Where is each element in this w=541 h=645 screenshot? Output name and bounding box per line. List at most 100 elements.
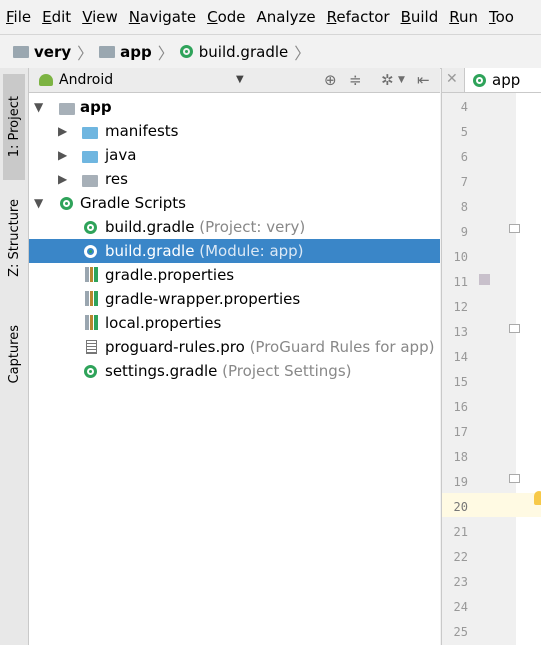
tree-item-hint: (Project: very) (199, 218, 306, 236)
bookmark-marker-icon[interactable] (479, 274, 490, 285)
tree-item-gradle-scripts[interactable]: ▼ Gradle Scripts (29, 191, 440, 215)
line-number: 7 (460, 175, 468, 189)
gradle-icon (84, 221, 97, 234)
line-number: 23 (453, 575, 468, 589)
tab-project[interactable]: 1: Project (3, 74, 25, 180)
line-number: 21 (453, 525, 468, 539)
tab-captures[interactable]: Captures (3, 312, 25, 396)
collapsed-arrow-icon[interactable]: ▶ (58, 148, 67, 162)
menu-code[interactable]: Code (201, 8, 250, 26)
line-number: 18 (453, 450, 468, 464)
tree-item-manifests[interactable]: ▶ manifests (29, 119, 440, 143)
tree-item-label: proguard-rules.pro (105, 338, 245, 356)
expanded-arrow-icon[interactable]: ▼ (34, 196, 43, 210)
project-folder-icon (13, 45, 29, 58)
line-number: 10 (453, 250, 468, 264)
folder-icon (82, 127, 98, 139)
line-number: 12 (453, 300, 468, 314)
tree-item-local-properties[interactable]: local.properties (29, 311, 440, 335)
line-number: 13 (453, 325, 468, 339)
collapse-all-icon[interactable]: ≑ (349, 71, 362, 89)
line-number: 19 (453, 475, 468, 489)
tree-item-java[interactable]: ▶ java (29, 143, 440, 167)
line-number: 9 (460, 225, 468, 239)
line-number: 15 (453, 375, 468, 389)
tree-item-label: gradle-wrapper.properties (105, 290, 301, 308)
breadcrumb-file-label: build.gradle (198, 42, 289, 61)
tree-item-build-gradle-module[interactable]: build.gradle (Module: app) (29, 239, 440, 263)
gradle-icon (473, 73, 486, 87)
tree-item-settings-gradle[interactable]: settings.gradle (Project Settings) (29, 359, 440, 383)
breadcrumb-file[interactable]: build.gradle (179, 42, 289, 61)
gradle-icon (60, 197, 73, 210)
tab-app-label: app (492, 71, 521, 89)
fold-marker-icon[interactable] (509, 224, 520, 233)
gradle-icon (84, 245, 97, 258)
dropdown-arrow-icon[interactable]: ▼ (236, 74, 244, 85)
tree-item-label: settings.gradle (105, 362, 218, 380)
module-folder-icon (59, 103, 75, 115)
tree-item-app[interactable]: ▼ app (29, 95, 440, 119)
line-number: 17 (453, 425, 468, 439)
line-number: 14 (453, 350, 468, 364)
tab-app[interactable]: app (464, 68, 541, 92)
tree-item-res[interactable]: ▶ res (29, 167, 440, 191)
expanded-arrow-icon[interactable]: ▼ (34, 100, 43, 114)
menu-run[interactable]: Run (443, 8, 483, 26)
resource-folder-icon (82, 175, 98, 187)
tree-item-gradle-wrapper-properties[interactable]: gradle-wrapper.properties (29, 287, 440, 311)
folder-icon (82, 151, 98, 163)
chevron-right-icon: 〉 (157, 43, 174, 63)
menu-navigate[interactable]: Navigate (123, 8, 201, 26)
hide-panel-icon[interactable]: ⇤ (417, 71, 430, 89)
gradle-icon (84, 365, 97, 378)
chevron-right-icon: 〉 (294, 43, 311, 63)
tree-item-label: res (105, 170, 128, 188)
gear-dropdown-icon[interactable]: ▼ (398, 75, 405, 85)
breadcrumb-module-label: app (120, 42, 152, 61)
tree-item-label: app (80, 98, 112, 116)
menu-bar: File Edit View Navigate Code Analyze Ref… (0, 0, 541, 34)
tree-item-hint: (Project Settings) (222, 362, 352, 380)
breadcrumb-project[interactable]: very (13, 43, 71, 61)
menu-view[interactable]: View (76, 8, 123, 26)
collapsed-arrow-icon[interactable]: ▶ (58, 172, 67, 186)
gear-icon[interactable]: ✲ (381, 71, 394, 89)
line-number: 11 (453, 275, 468, 289)
android-icon (39, 74, 53, 86)
breadcrumb-module[interactable]: app (99, 43, 152, 61)
collapsed-arrow-icon[interactable]: ▶ (58, 124, 67, 138)
lightbulb-icon[interactable] (534, 491, 541, 505)
breadcrumb: very 〉 app 〉 build.gradle 〉 (0, 34, 541, 69)
line-number: 8 (460, 200, 468, 214)
menu-file[interactable]: File (0, 8, 36, 26)
view-mode-select[interactable]: Android (59, 72, 113, 88)
menu-edit[interactable]: Edit (36, 8, 76, 26)
breadcrumb-project-label: very (34, 42, 72, 61)
tab-structure[interactable]: Z: Structure (3, 188, 25, 288)
module-folder-icon (99, 45, 116, 58)
tree-item-gradle-properties[interactable]: gradle.properties (29, 263, 440, 287)
tree-item-proguard-rules[interactable]: proguard-rules.pro (ProGuard Rules for a… (29, 335, 440, 359)
menu-tools[interactable]: Too (483, 8, 519, 26)
close-icon[interactable]: ✕ (446, 71, 458, 87)
tree-item-hint: (ProGuard Rules for app) (249, 338, 435, 356)
line-number: 22 (453, 550, 468, 564)
tree-item-label: Gradle Scripts (80, 194, 186, 212)
menu-refactor[interactable]: Refactor (321, 8, 395, 26)
menu-build[interactable]: Build (395, 8, 444, 26)
tree-item-label: gradle.properties (105, 266, 235, 284)
properties-file-icon (85, 315, 98, 330)
fold-end-marker-icon[interactable] (509, 474, 520, 483)
line-number: 16 (453, 400, 468, 414)
tree-item-label: local.properties (105, 314, 222, 332)
line-number: 25 (453, 625, 468, 639)
line-number: 24 (453, 600, 468, 614)
text-file-icon (86, 340, 97, 354)
menu-analyze[interactable]: Analyze (251, 8, 321, 26)
tree-item-build-gradle-project[interactable]: build.gradle (Project: very) (29, 215, 440, 239)
locate-icon[interactable]: ⊕ (324, 71, 337, 89)
editor-tabs: ✕ app (442, 68, 541, 93)
properties-file-icon (85, 291, 98, 306)
fold-marker-icon[interactable] (509, 324, 520, 333)
